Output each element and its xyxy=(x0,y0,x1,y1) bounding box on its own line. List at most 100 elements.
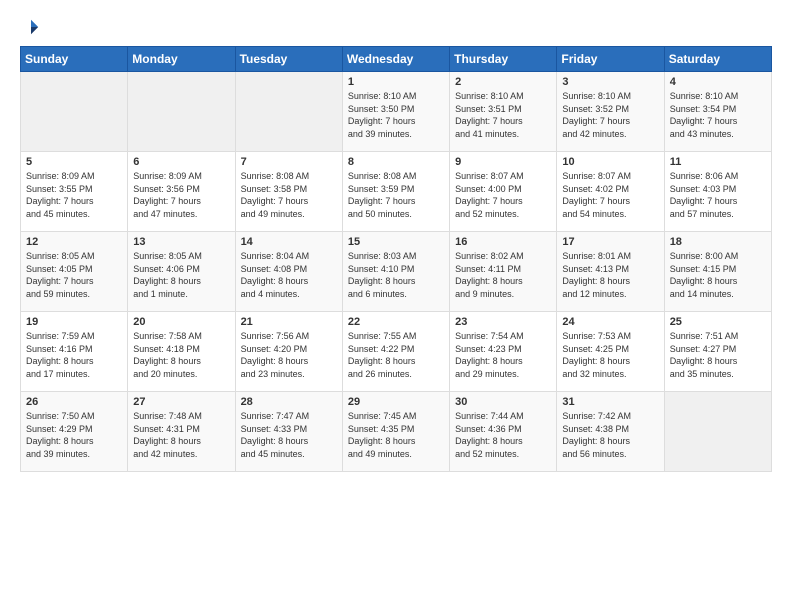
calendar-cell: 31 Sunrise: 7:42 AM Sunset: 4:38 PM Dayli… xyxy=(557,392,664,472)
day-info: Sunrise: 7:56 AM Sunset: 4:20 PM Dayligh… xyxy=(241,330,337,380)
calendar-cell: 15 Sunrise: 8:03 AM Sunset: 4:10 PM Dayli… xyxy=(342,232,449,312)
day-info: Sunrise: 7:42 AM Sunset: 4:38 PM Dayligh… xyxy=(562,410,658,460)
calendar-week-row: 5 Sunrise: 8:09 AM Sunset: 3:55 PM Daylig… xyxy=(21,152,772,232)
day-info: Sunrise: 8:08 AM Sunset: 3:59 PM Dayligh… xyxy=(348,170,444,220)
day-info: Sunrise: 8:10 AM Sunset: 3:50 PM Dayligh… xyxy=(348,90,444,140)
calendar-cell xyxy=(21,72,128,152)
day-number: 15 xyxy=(348,236,444,248)
day-number: 22 xyxy=(348,316,444,328)
page: SundayMondayTuesdayWednesdayThursdayFrid… xyxy=(0,0,792,482)
day-info: Sunrise: 8:07 AM Sunset: 4:00 PM Dayligh… xyxy=(455,170,551,220)
calendar-cell: 18 Sunrise: 8:00 AM Sunset: 4:15 PM Dayli… xyxy=(664,232,771,312)
day-info: Sunrise: 7:45 AM Sunset: 4:35 PM Dayligh… xyxy=(348,410,444,460)
day-info: Sunrise: 8:09 AM Sunset: 3:56 PM Dayligh… xyxy=(133,170,229,220)
weekday-header: Sunday xyxy=(21,47,128,72)
calendar-cell: 20 Sunrise: 7:58 AM Sunset: 4:18 PM Dayli… xyxy=(128,312,235,392)
day-info: Sunrise: 8:10 AM Sunset: 3:51 PM Dayligh… xyxy=(455,90,551,140)
weekday-header: Saturday xyxy=(664,47,771,72)
calendar-week-row: 1Sunrise: 8:10 AM Sunset: 3:50 PM Daylig… xyxy=(21,72,772,152)
calendar-cell: 12 Sunrise: 8:05 AM Sunset: 4:05 PM Dayli… xyxy=(21,232,128,312)
calendar-cell xyxy=(128,72,235,152)
day-info: Sunrise: 8:09 AM Sunset: 3:55 PM Dayligh… xyxy=(26,170,122,220)
day-info: Sunrise: 8:02 AM Sunset: 4:11 PM Dayligh… xyxy=(455,250,551,300)
day-info: Sunrise: 8:03 AM Sunset: 4:10 PM Dayligh… xyxy=(348,250,444,300)
day-number: 31 xyxy=(562,396,658,408)
calendar-cell: 8 Sunrise: 8:08 AM Sunset: 3:59 PM Daylig… xyxy=(342,152,449,232)
day-number: 12 xyxy=(26,236,122,248)
day-number: 20 xyxy=(133,316,229,328)
day-number: 26 xyxy=(26,396,122,408)
calendar-cell xyxy=(235,72,342,152)
calendar-cell: 1Sunrise: 8:10 AM Sunset: 3:50 PM Daylig… xyxy=(342,72,449,152)
day-info: Sunrise: 8:08 AM Sunset: 3:58 PM Dayligh… xyxy=(241,170,337,220)
day-info: Sunrise: 8:05 AM Sunset: 4:05 PM Dayligh… xyxy=(26,250,122,300)
calendar-cell: 26 Sunrise: 7:50 AM Sunset: 4:29 PM Dayli… xyxy=(21,392,128,472)
day-number: 27 xyxy=(133,396,229,408)
calendar-week-row: 12 Sunrise: 8:05 AM Sunset: 4:05 PM Dayli… xyxy=(21,232,772,312)
calendar-cell: 7 Sunrise: 8:08 AM Sunset: 3:58 PM Daylig… xyxy=(235,152,342,232)
day-number: 9 xyxy=(455,156,551,168)
day-info: Sunrise: 7:48 AM Sunset: 4:31 PM Dayligh… xyxy=(133,410,229,460)
calendar-cell: 25 Sunrise: 7:51 AM Sunset: 4:27 PM Dayli… xyxy=(664,312,771,392)
calendar-week-row: 26 Sunrise: 7:50 AM Sunset: 4:29 PM Dayli… xyxy=(21,392,772,472)
calendar-cell: 28 Sunrise: 7:47 AM Sunset: 4:33 PM Dayli… xyxy=(235,392,342,472)
day-info: Sunrise: 7:55 AM Sunset: 4:22 PM Dayligh… xyxy=(348,330,444,380)
day-info: Sunrise: 7:59 AM Sunset: 4:16 PM Dayligh… xyxy=(26,330,122,380)
calendar-cell: 14Sunrise: 8:04 AM Sunset: 4:08 PM Dayli… xyxy=(235,232,342,312)
calendar-cell xyxy=(664,392,771,472)
calendar-cell: 17Sunrise: 8:01 AM Sunset: 4:13 PM Dayli… xyxy=(557,232,664,312)
day-info: Sunrise: 8:07 AM Sunset: 4:02 PM Dayligh… xyxy=(562,170,658,220)
day-number: 7 xyxy=(241,156,337,168)
logo-flag-icon xyxy=(22,18,40,36)
calendar-cell: 24 Sunrise: 7:53 AM Sunset: 4:25 PM Dayli… xyxy=(557,312,664,392)
day-number: 14 xyxy=(241,236,337,248)
day-info: Sunrise: 7:51 AM Sunset: 4:27 PM Dayligh… xyxy=(670,330,766,380)
calendar-cell: 27 Sunrise: 7:48 AM Sunset: 4:31 PM Dayli… xyxy=(128,392,235,472)
day-number: 17 xyxy=(562,236,658,248)
day-info: Sunrise: 7:50 AM Sunset: 4:29 PM Dayligh… xyxy=(26,410,122,460)
day-info: Sunrise: 8:10 AM Sunset: 3:54 PM Dayligh… xyxy=(670,90,766,140)
calendar-cell: 16 Sunrise: 8:02 AM Sunset: 4:11 PM Dayli… xyxy=(450,232,557,312)
calendar-cell: 6Sunrise: 8:09 AM Sunset: 3:56 PM Daylig… xyxy=(128,152,235,232)
day-number: 2 xyxy=(455,76,551,88)
day-number: 10 xyxy=(562,156,658,168)
day-number: 21 xyxy=(241,316,337,328)
day-number: 25 xyxy=(670,316,766,328)
day-number: 23 xyxy=(455,316,551,328)
day-info: Sunrise: 8:06 AM Sunset: 4:03 PM Dayligh… xyxy=(670,170,766,220)
day-info: Sunrise: 7:47 AM Sunset: 4:33 PM Dayligh… xyxy=(241,410,337,460)
calendar-cell: 3Sunrise: 8:10 AM Sunset: 3:52 PM Daylig… xyxy=(557,72,664,152)
calendar-cell: 23 Sunrise: 7:54 AM Sunset: 4:23 PM Dayli… xyxy=(450,312,557,392)
calendar-cell: 22 Sunrise: 7:55 AM Sunset: 4:22 PM Dayli… xyxy=(342,312,449,392)
day-number: 11 xyxy=(670,156,766,168)
calendar-table: SundayMondayTuesdayWednesdayThursdayFrid… xyxy=(20,46,772,472)
day-number: 8 xyxy=(348,156,444,168)
day-number: 18 xyxy=(670,236,766,248)
calendar-cell: 2 Sunrise: 8:10 AM Sunset: 3:51 PM Daylig… xyxy=(450,72,557,152)
day-number: 13 xyxy=(133,236,229,248)
weekday-header: Tuesday xyxy=(235,47,342,72)
day-info: Sunrise: 8:05 AM Sunset: 4:06 PM Dayligh… xyxy=(133,250,229,300)
weekday-header: Friday xyxy=(557,47,664,72)
day-info: Sunrise: 7:44 AM Sunset: 4:36 PM Dayligh… xyxy=(455,410,551,460)
calendar-cell: 11 Sunrise: 8:06 AM Sunset: 4:03 PM Dayli… xyxy=(664,152,771,232)
calendar-cell: 10 Sunrise: 8:07 AM Sunset: 4:02 PM Dayli… xyxy=(557,152,664,232)
calendar-cell: 29 Sunrise: 7:45 AM Sunset: 4:35 PM Dayli… xyxy=(342,392,449,472)
day-info: Sunrise: 7:58 AM Sunset: 4:18 PM Dayligh… xyxy=(133,330,229,380)
day-info: Sunrise: 7:54 AM Sunset: 4:23 PM Dayligh… xyxy=(455,330,551,380)
day-number: 5 xyxy=(26,156,122,168)
logo xyxy=(20,18,40,36)
day-number: 28 xyxy=(241,396,337,408)
weekday-header: Monday xyxy=(128,47,235,72)
calendar-cell: 21 Sunrise: 7:56 AM Sunset: 4:20 PM Dayli… xyxy=(235,312,342,392)
day-number: 24 xyxy=(562,316,658,328)
calendar-cell: 13 Sunrise: 8:05 AM Sunset: 4:06 PM Dayli… xyxy=(128,232,235,312)
day-number: 19 xyxy=(26,316,122,328)
calendar-cell: 9 Sunrise: 8:07 AM Sunset: 4:00 PM Daylig… xyxy=(450,152,557,232)
day-info: Sunrise: 8:00 AM Sunset: 4:15 PM Dayligh… xyxy=(670,250,766,300)
day-info: Sunrise: 7:53 AM Sunset: 4:25 PM Dayligh… xyxy=(562,330,658,380)
day-number: 30 xyxy=(455,396,551,408)
day-number: 16 xyxy=(455,236,551,248)
calendar-week-row: 19 Sunrise: 7:59 AM Sunset: 4:16 PM Dayli… xyxy=(21,312,772,392)
day-number: 29 xyxy=(348,396,444,408)
